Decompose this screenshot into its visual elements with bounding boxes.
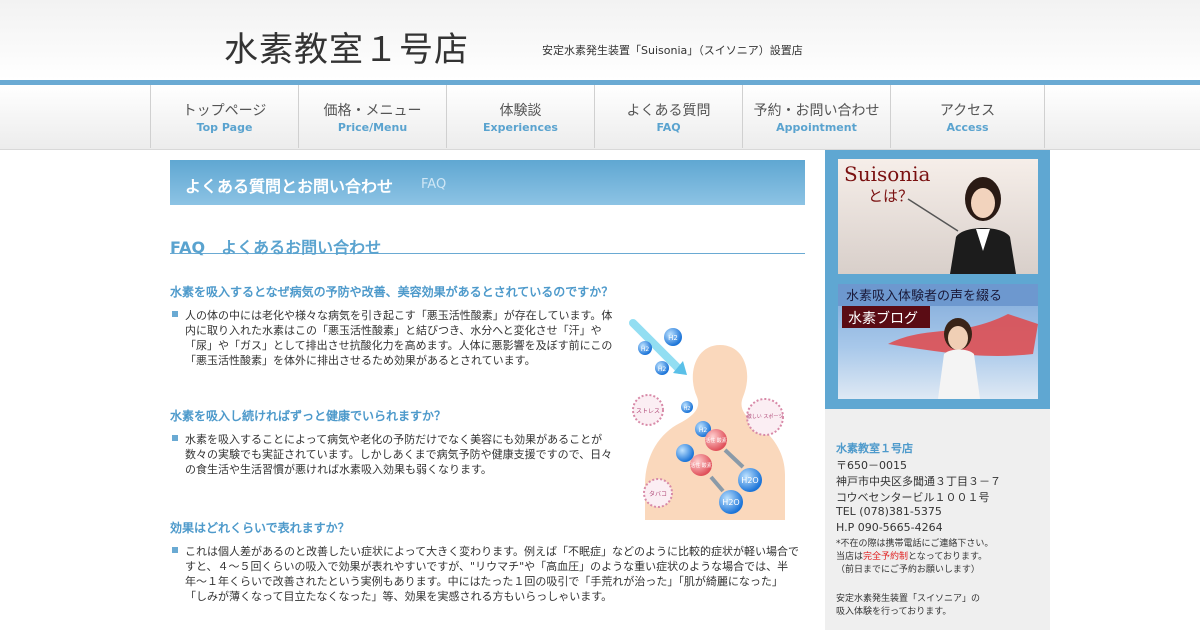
shop-name: 水素教室１号店: [836, 442, 913, 455]
hydrogen-blog-banner[interactable]: 水素吸入体験者の声を綴る 水素ブログ: [838, 284, 1038, 399]
reservation-note-post: となっております。: [908, 552, 988, 562]
faq-answer-line: 水素を吸入することによって病気や老化の予防だけでなく美容にも効果があることが: [185, 433, 603, 446]
reservation-advice: （前日までにご予約お願いします）: [836, 565, 980, 575]
banner-title: 水素吸入体験者の声を綴る: [846, 289, 1002, 304]
illus-label: 活性 酸素: [705, 437, 727, 444]
reservation-note-pre: 当店は: [836, 552, 864, 562]
reservation-only-text: 完全予約制: [863, 552, 909, 562]
global-nav: トップページ Top Page 価格・メニュー Price/Menu 体験談 E…: [150, 85, 1045, 149]
nav-label: 価格・メニュー: [323, 103, 422, 119]
faq-answer-line: 数々の実験でも実証されています。しかしあくまで病気予防や健康支援ですので、日々: [185, 448, 613, 461]
nav-item-experiences[interactable]: 体験談 Experiences: [446, 85, 594, 148]
h2-molecule-icon: [676, 444, 694, 462]
illus-label: H2O: [722, 498, 739, 507]
suisonia-banner-art: Suisonia とは？: [844, 162, 1016, 274]
faq-answer-line: 年～１年くらいで改善されたという実例もあります。中にはたった１回の吸引で「手荒れ…: [185, 575, 783, 588]
shop-tel: TEL (078)381-5375: [836, 505, 942, 518]
nav-sublabel: Price/Menu: [337, 121, 408, 134]
reservation-note: 当店は完全予約制となっております。: [836, 549, 987, 562]
shop-address-2: コウベセンタービル１００１号: [836, 491, 990, 504]
faq-answer-line: の食生活や生活習慣が悪ければ水素吸入効果も弱くなります。: [185, 463, 492, 476]
nav-sublabel: Experiences: [483, 121, 558, 134]
faq-question: 効果はどれくらいで表れますか？: [170, 521, 350, 535]
faq-answer-line: これは個人差があるのと改善したい症状によって大きく変わります。例えば「不眠症」な…: [185, 545, 800, 558]
site-title[interactable]: 水素教室１号店: [224, 22, 469, 71]
site-description: 安定水素発生装置「Suisonia」（スイソニア）設置店: [542, 44, 803, 57]
nav-sublabel: FAQ: [656, 121, 681, 134]
faq-answer: 人の体の中には老化や様々な病気を引き起こす「悪玉活性酸素」が存在しています。体 …: [172, 308, 617, 368]
faq-answer-line: 「しみが薄くなって目立たなくなった」等、効果を実感される方もいらっしゃいます。: [185, 590, 613, 603]
faq-answer-line: 「尿」や「ガス」として排出させ抗酸化力を高めます。人体に悪影響を及ぼす前にこの: [185, 339, 613, 352]
banner-subtitle: とは？: [868, 187, 913, 205]
nav-label: よくある質問: [626, 103, 711, 119]
faq-answer-line: 人の体の中には老化や様々な病気を引き起こす「悪玉活性酸素」が存在しています。体: [185, 309, 613, 322]
nav-item-top[interactable]: トップページ Top Page: [150, 85, 298, 148]
illus-label: H2O: [741, 476, 758, 485]
page-title: よくある質問とお問い合わせ: [185, 177, 394, 196]
shop-mobile: H.P 090-5665-4264: [836, 521, 943, 534]
illus-label: ストレス: [636, 408, 660, 415]
suisonia-banner[interactable]: Suisonia とは？: [838, 159, 1038, 274]
hydrogen-body-illustration: H2 H2 H2 H2 H2 活性 酸素 活性 酸素 H2O H2O ストレス …: [629, 319, 785, 520]
nav-item-faq[interactable]: よくある質問 FAQ: [594, 85, 742, 148]
illus-label: H2: [641, 346, 650, 353]
illus-label: H2: [668, 334, 678, 342]
nav-sublabel: Top Page: [196, 121, 253, 134]
page-subtitle: FAQ: [421, 177, 447, 192]
faq-answer-line: 「悪玉活性酸素」を体外に排出させるため効果があるとされています。: [185, 354, 536, 367]
nav-sublabel: Appointment: [776, 121, 857, 134]
faq-answer-line: すと、４～５回くらいの吸入で効果が表れやすいですが、"リウマチ"や「高血圧」のよ…: [185, 560, 789, 573]
nav-label: アクセス: [939, 103, 996, 119]
nav-item-price[interactable]: 価格・メニュー Price/Menu: [298, 85, 446, 148]
nav-item-access[interactable]: アクセス Access: [890, 85, 1045, 148]
woman-dress: [938, 349, 980, 399]
shop-description-1: 安定水素発生装置「スイソニア」の: [836, 594, 981, 604]
faq-answer: これは個人差があるのと改善したい症状によって大きく変わります。例えば「不眠症」な…: [172, 544, 805, 604]
nav-label: 予約・お問い合わせ: [753, 103, 880, 119]
illus-label: H2: [699, 427, 708, 434]
pointer-stick: [907, 198, 959, 232]
faq-question: 水素を吸入し続ければずっと健康でいられますか？: [170, 409, 447, 423]
bullet-icon: [172, 547, 178, 553]
shop-address-1: 神戸市中央区多聞通３丁目３－７: [836, 475, 1001, 488]
faq-answer-line: 内に取り入れた水素はこの「悪玉活性酸素」と結びつき、水分へと変化させ「汗」や: [185, 324, 602, 337]
woman-face: [971, 188, 995, 218]
shop-postal: 〒650－0015: [836, 459, 907, 472]
woman-face: [948, 326, 968, 350]
illus-label: タバコ: [649, 490, 667, 498]
site-header: 水素教室１号店 安定水素発生装置「Suisonia」（スイソニア）設置店: [0, 0, 1200, 80]
shop-description-2: 吸入体験を行っております。: [836, 607, 952, 617]
bullet-icon: [172, 311, 178, 317]
faq-section-heading: FAQ よくあるお問い合わせ: [170, 234, 805, 257]
illus-label: 活性 酸素: [690, 462, 712, 469]
banner-title: Suisonia: [844, 162, 931, 186]
bullet-icon: [172, 435, 178, 441]
illus-label: H2: [658, 366, 667, 373]
blog-banner-art: 水素吸入体験者の声を綴る 水素ブログ: [838, 284, 1038, 399]
nav-item-appointment[interactable]: 予約・お問い合わせ Appointment: [742, 85, 890, 148]
faq-answer: 水素を吸入することによって病気や老化の予防だけでなく美容にも効果があることが 数…: [172, 432, 617, 477]
nav-label: 体験談: [499, 103, 542, 119]
shop-note: *不在の際は携帯電話にご連絡下さい。: [836, 539, 994, 549]
banner-subtitle: 水素ブログ: [848, 310, 918, 327]
nav-label: トップページ: [182, 103, 267, 119]
illus-label: 激しい スポーツ: [747, 413, 784, 420]
nav-sublabel: Access: [946, 121, 989, 134]
page-title-banner: よくある質問とお問い合わせ FAQ: [170, 160, 805, 205]
faq-question: 水素を吸入するとなぜ病気の予防や改善、美容効果があるとされているのですか？: [170, 285, 614, 299]
illus-label: H2: [684, 406, 691, 412]
